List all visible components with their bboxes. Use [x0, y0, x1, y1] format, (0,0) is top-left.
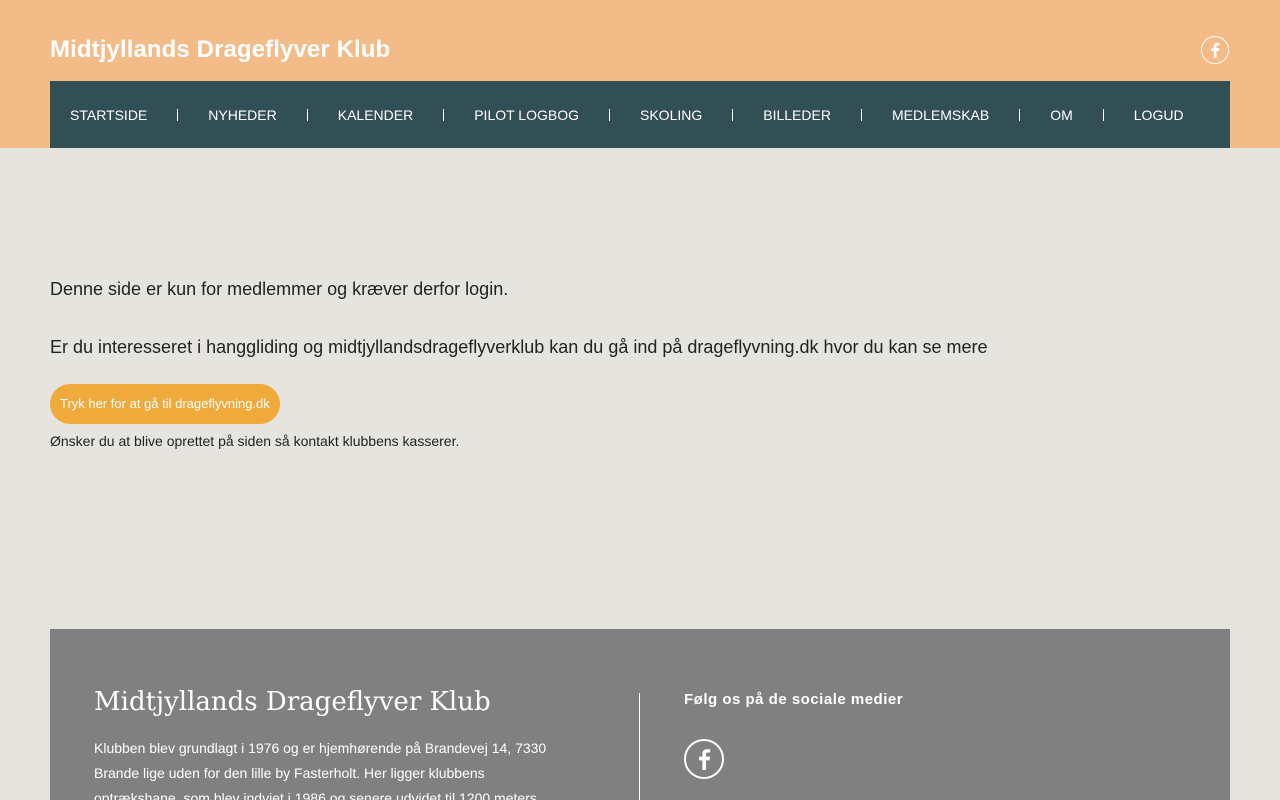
facebook-icon[interactable]	[1201, 36, 1229, 64]
social-heading: Følg os på de sociale medier	[684, 691, 904, 708]
footer-title: Midtjyllands Drageflyver Klub	[94, 687, 491, 717]
interest-text: Er du interesseret i hanggliding og midt…	[50, 337, 988, 357]
nav-item-startside[interactable]: STARTSIDE	[70, 107, 147, 123]
site-footer: Midtjyllands Drageflyver Klub Klubben bl…	[50, 629, 1230, 800]
nav-separator	[1102, 108, 1104, 121]
nav-item-skoling[interactable]: SKOLING	[640, 107, 702, 123]
contact-text: Ønsker du at blive oprettet på siden så …	[50, 433, 460, 449]
nav-item-kalender[interactable]: KALENDER	[338, 107, 413, 123]
login-notice: Denne side er kun for medlemmer og kræve…	[50, 279, 509, 299]
site-header: Midtjyllands Drageflyver Klub STARTSIDE …	[0, 0, 1280, 148]
nav-item-nyheder[interactable]: NYHEDER	[208, 107, 276, 123]
site-title[interactable]: Midtjyllands Drageflyver Klub	[50, 36, 390, 64]
main-content: Denne side er kun for medlemmer og kræve…	[50, 276, 1230, 450]
nav-item-billeder[interactable]: BILLEDER	[763, 107, 831, 123]
drageflyvning-link-button[interactable]: Tryk her for at gå til drageflyvning.dk	[50, 384, 280, 424]
main-nav: STARTSIDE NYHEDER KALENDER PILOT LOGBOG …	[50, 81, 1230, 148]
nav-separator	[609, 108, 610, 121]
nav-separator	[306, 108, 308, 121]
footer-description: Klubben blev grundlagt i 1976 og er hjem…	[94, 740, 547, 800]
facebook-icon[interactable]	[684, 739, 724, 779]
nav-separator	[177, 108, 179, 121]
nav-separator	[732, 108, 734, 121]
nav-separator	[443, 108, 445, 121]
nav-separator	[860, 108, 862, 121]
nav-item-logud[interactable]: LOGUD	[1134, 107, 1184, 123]
nav-item-medlemskab[interactable]: MEDLEMSKAB	[892, 107, 989, 123]
nav-item-om[interactable]: OM	[1050, 107, 1073, 123]
nav-item-pilot-logbog[interactable]: PILOT LOGBOG	[474, 107, 579, 123]
footer-divider	[639, 693, 640, 800]
nav-separator	[1019, 108, 1021, 121]
